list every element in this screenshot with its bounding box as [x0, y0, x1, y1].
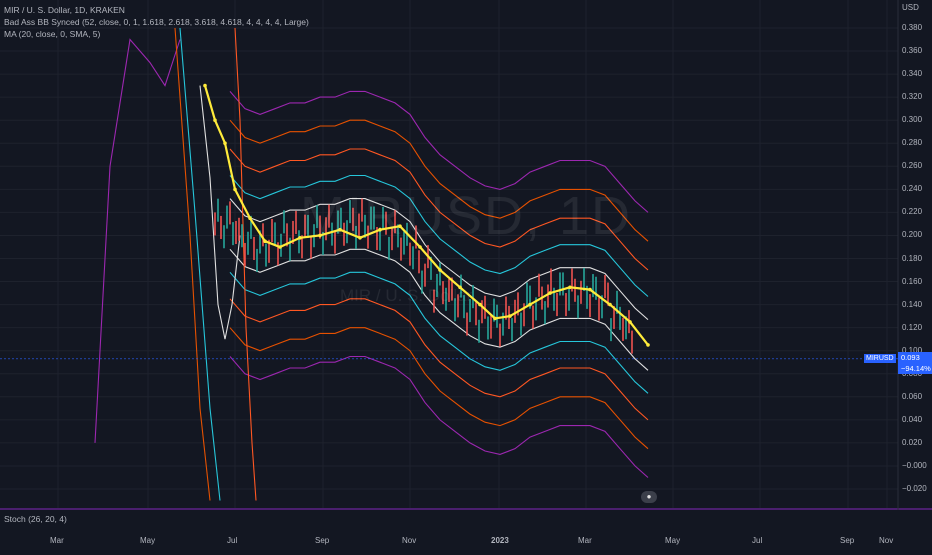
time-tick-label: Mar	[578, 536, 592, 545]
price-tick-label: 0.040	[902, 414, 923, 424]
chart-area[interactable]	[0, 0, 932, 550]
time-tick-label: Sep	[315, 536, 330, 545]
legend-symbol[interactable]: MIR / U. S. Dollar, 1D, KRAKEN	[4, 4, 309, 16]
price-tick-label: 0.120	[902, 322, 923, 332]
price-tick-label: 0.280	[902, 138, 923, 148]
time-tick-label: Jul	[752, 536, 763, 545]
price-tick-label: 0.240	[902, 184, 923, 194]
legend-bb-indicator[interactable]: Bad Ass BB Synced (52, close, 0, 1, 1.61…	[4, 16, 309, 28]
early-band-line	[94, 38, 181, 443]
last-price: 0.093	[901, 353, 920, 362]
price-chart[interactable]	[0, 0, 932, 550]
legend-ma-indicator[interactable]: MA (20, close, 0, SMA, 5)	[4, 28, 309, 40]
symbol-watermark-subtitle: MIR / U. S. Dollar	[340, 286, 473, 305]
price-axis[interactable]: USD 0.380 0.360 0.340 0.320 0.300 0.280 0.260 0…	[898, 0, 932, 508]
price-tick-label: −0.020	[902, 484, 927, 493]
price-tick-label: 0.380	[902, 23, 923, 32]
time-tick-label: Jul	[227, 536, 238, 545]
price-tick-label: 0.180	[902, 253, 923, 263]
price-tick-label: 0.300	[902, 115, 923, 125]
symbol-tag: MIRUSD	[864, 354, 896, 363]
indicator-legend: MIR / U. S. Dollar, 1D, KRAKEN Bad Ass B…	[4, 4, 309, 40]
symbol-watermark: MIRUSD, 1D	[300, 186, 633, 246]
early-band-line	[174, 27, 211, 501]
time-tick-label: Sep	[840, 536, 855, 545]
time-tick-label: Nov	[402, 536, 417, 545]
time-tick-label: May	[140, 536, 156, 545]
time-axis[interactable]: Mar May Jul Sep Nov 2023 Mar May Jul Sep Nov	[0, 530, 932, 550]
price-tick-label: 0.200	[902, 230, 923, 240]
price-tick-label: −0.000	[902, 460, 927, 470]
price-tick-label: 0.220	[902, 207, 923, 217]
events-icon[interactable]: ●	[641, 491, 657, 503]
price-tick-label: 0.360	[902, 46, 923, 56]
price-change: −94.14%	[901, 364, 931, 373]
last-price-box: 0.093 −94.14%	[898, 352, 932, 374]
band-lower-line	[229, 355, 649, 478]
band-lower-line	[229, 298, 649, 421]
time-tick-label: Mar	[50, 536, 64, 545]
currency-label: USD	[902, 3, 919, 12]
time-tick-label: May	[665, 536, 681, 545]
price-tick-label: 0.060	[902, 391, 923, 401]
price-tick-label: 0.140	[902, 299, 923, 309]
price-tick-label: 0.020	[902, 437, 923, 447]
stoch-legend[interactable]: Stoch (26, 20, 4)	[4, 514, 67, 524]
pane-separator	[0, 508, 932, 510]
price-tick-label: 0.320	[902, 92, 923, 102]
time-tick-label: 2023	[491, 536, 509, 545]
price-tick-label: 0.160	[902, 276, 923, 286]
early-band-line	[179, 27, 221, 501]
price-tick-label: 0.340	[902, 69, 923, 79]
price-tick-label: 0.260	[902, 161, 923, 171]
band-lower-line	[229, 327, 649, 450]
time-tick-label: Nov	[879, 536, 894, 545]
